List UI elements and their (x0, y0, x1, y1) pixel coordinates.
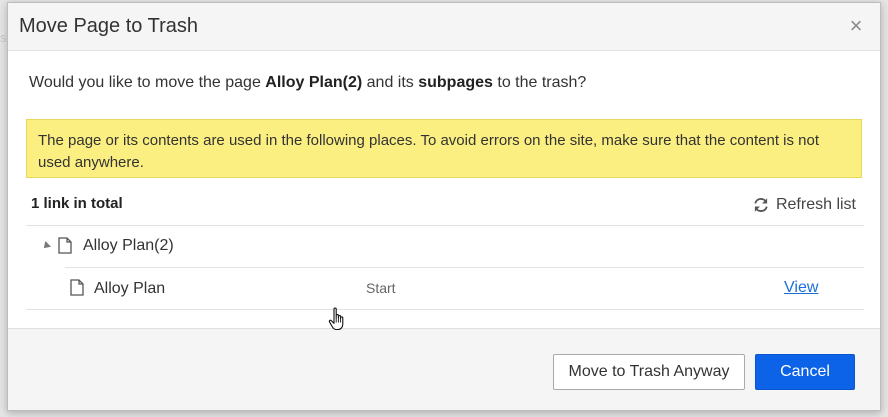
move-to-trash-anyway-button[interactable]: Move to Trash Anyway (553, 354, 745, 390)
move-to-trash-dialog: Move Page to Trash × Would you like to m… (7, 2, 881, 411)
link-count: 1 link in total (31, 195, 123, 212)
view-link[interactable]: View (784, 279, 818, 297)
table-row: Alloy Plan Start View (26, 268, 864, 310)
list-divider (26, 309, 864, 310)
page-type-label: Start (366, 280, 396, 296)
page-icon (70, 279, 84, 296)
usage-warning: The page or its contents are used in the… (26, 119, 862, 178)
refresh-list-button[interactable]: Refresh list (752, 196, 856, 214)
page-name: Alloy Plan(2) (265, 74, 363, 91)
question-prefix: Would you like to move the page (29, 74, 266, 91)
hand-cursor-icon (328, 307, 344, 331)
expand-collapse-icon[interactable] (41, 241, 51, 251)
confirmation-question: Would you like to move the page Alloy Pl… (29, 74, 586, 92)
refresh-list-label: Refresh list (775, 196, 856, 213)
tree-row-parent: Alloy Plan(2) (26, 226, 864, 268)
dialog-header: Move Page to Trash × (8, 3, 880, 51)
parent-page-label: Alloy Plan(2) (83, 237, 174, 254)
subpages-text: subpages (418, 74, 493, 91)
child-page-label: Alloy Plan (94, 280, 166, 297)
close-icon[interactable]: × (846, 14, 866, 38)
refresh-icon (754, 198, 768, 212)
dialog-footer: Move to Trash Anyway Cancel (8, 328, 880, 410)
page-icon (58, 237, 72, 254)
question-middle: and its (362, 74, 419, 91)
dialog-title: Move Page to Trash (19, 15, 198, 37)
question-suffix: to the trash? (492, 74, 587, 91)
cancel-button[interactable]: Cancel (755, 354, 855, 390)
